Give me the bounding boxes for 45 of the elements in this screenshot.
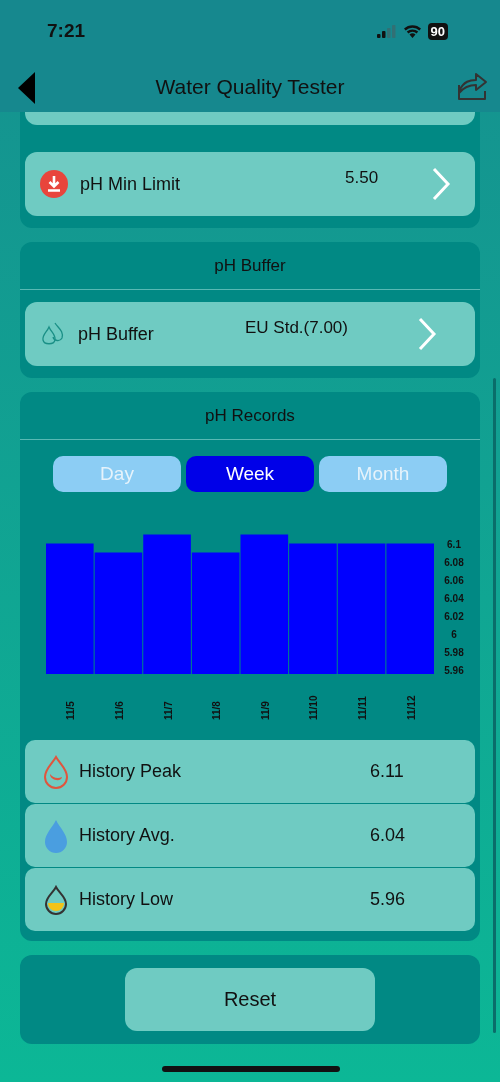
chevron-icon — [417, 317, 437, 351]
x-tick-label: 11/5 — [65, 701, 77, 720]
stat-value: 6.11 — [370, 761, 404, 782]
x-tick-label: 11/8 — [211, 701, 223, 720]
card-title: pH Records — [20, 392, 480, 440]
screen-title: Water Quality Tester — [154, 75, 346, 99]
status-time: 7:21 — [47, 20, 86, 42]
x-tick-label: 11/11 — [357, 696, 369, 720]
x-tick-label: 11/10 — [308, 695, 320, 720]
back-icon[interactable] — [18, 72, 36, 104]
settings-row[interactable]: pH Min Limit 5.50 — [25, 152, 475, 216]
row-label: pH Min Limit — [80, 173, 181, 195]
row-value: EU Std.(7.00) — [245, 318, 348, 338]
y-tick-label: 6.1 — [447, 538, 461, 550]
stat-label: History Peak — [79, 761, 182, 782]
x-tick-label: 11/7 — [162, 701, 174, 720]
period-tab[interactable]: Week — [186, 456, 314, 492]
download-icon — [40, 170, 68, 198]
y-tick-label: 5.98 — [444, 646, 464, 658]
signal-icon — [376, 24, 397, 38]
stat-value: 5.96 — [370, 889, 406, 910]
row-label: pH Buffer — [78, 323, 154, 345]
stat-label: History Low — [79, 889, 174, 910]
chevron-icon — [431, 167, 451, 201]
row-value: 5.50 — [345, 168, 379, 188]
drop-icon — [43, 884, 69, 915]
y-tick-label: 5.96 — [444, 664, 464, 676]
stat-value: 6.04 — [370, 825, 406, 846]
drops-icon — [40, 321, 66, 347]
reset-button[interactable]: Reset — [125, 968, 375, 1031]
y-tick-label: 6.08 — [444, 556, 464, 568]
wifi-icon — [402, 24, 422, 38]
y-tick-label: 6 — [451, 628, 457, 640]
x-tick-label: 11/6 — [113, 701, 125, 720]
stat-label: History Avg. — [79, 825, 175, 846]
card-title: pH Buffer — [20, 242, 480, 290]
x-tick-label: 11/9 — [259, 701, 271, 720]
x-tick-label: 11/12 — [405, 695, 417, 720]
drop-icon — [43, 754, 69, 789]
drop-icon — [43, 818, 69, 853]
battery-level: 90 — [427, 22, 448, 40]
y-tick-label: 6.02 — [444, 610, 464, 622]
y-tick-label: 6.04 — [444, 592, 464, 604]
settings-row[interactable]: pH Buffer EU Std.(7.00) — [25, 302, 475, 366]
y-tick-label: 6.06 — [444, 574, 464, 586]
